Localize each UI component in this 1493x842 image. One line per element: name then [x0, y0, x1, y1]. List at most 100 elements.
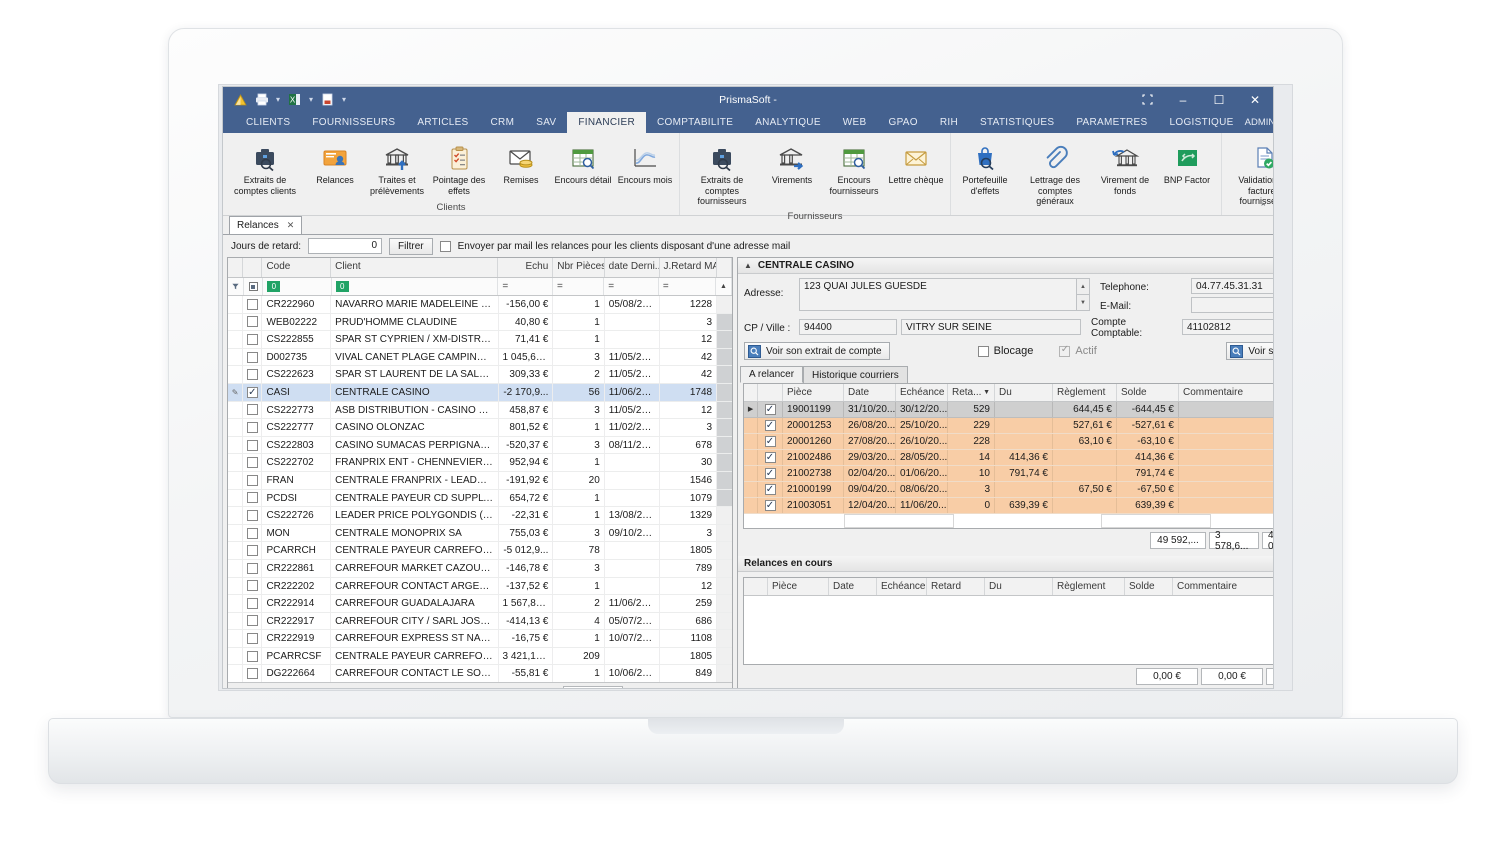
table-row[interactable]: CS222803CASINO SUMACAS PERPIGNAN MERCADE… [228, 436, 732, 455]
ribbon-encours-fournisseurs[interactable]: Encours fournisseurs [823, 137, 885, 199]
column-header-date-derniere[interactable]: date Derni... [605, 258, 660, 277]
ribbon-lettrage-comptes-generaux[interactable]: Lettrage des comptes généraux [1016, 137, 1094, 210]
menu-tab-gpao[interactable]: GPAO [877, 112, 928, 133]
menu-tab-statistiques[interactable]: STATISTIQUES [969, 112, 1065, 133]
table-row[interactable]: PCDSICENTRALE PAYEUR CD SUPPLY INNOVATI.… [228, 489, 732, 508]
row-checkbox[interactable] [243, 348, 263, 366]
ville-field[interactable]: VITRY SUR SEINE [901, 319, 1081, 335]
row-checkbox[interactable] [243, 559, 263, 577]
column-header-commentaire[interactable]: Commentaire [1173, 578, 1273, 595]
compte-comptable-field[interactable]: 41102812 [1182, 319, 1273, 335]
row-checkbox[interactable] [758, 418, 783, 433]
email-field[interactable] [1191, 297, 1273, 313]
column-header-retard[interactable]: Reta... ▼ [948, 384, 995, 401]
row-checkbox[interactable] [243, 366, 263, 383]
excel-dropdown-caret[interactable]: ▾ [306, 95, 316, 104]
row-checkbox[interactable] [243, 419, 263, 436]
column-header-reglement[interactable]: Règlement [1053, 384, 1117, 401]
table-row[interactable]: ▶ 1900119931/10/20...30/12/20...529 644,45… [744, 402, 1273, 418]
row-checkbox[interactable] [243, 296, 263, 313]
column-header-retard[interactable]: Retard [927, 578, 985, 595]
table-row[interactable]: CR222960NAVARRO MARIE MADELEINE - PROXI … [228, 296, 732, 314]
table-row[interactable]: CS222702FRANPRIX ENT - CHENNEVIERES SUR … [228, 454, 732, 472]
row-checkbox[interactable] [243, 313, 263, 331]
column-header-du[interactable]: Du [985, 578, 1053, 595]
table-row[interactable]: 2100248629/03/20...28/05/20...14414,36 €… [744, 450, 1273, 466]
row-checkbox[interactable] [243, 524, 263, 542]
menu-tab-financier[interactable]: FINANCIER [567, 112, 646, 133]
column-header-jretard-max[interactable]: J.Retard MAX [660, 258, 717, 277]
maximize-button[interactable]: ☐ [1201, 87, 1237, 112]
filter-input-echu[interactable]: = [498, 278, 553, 295]
row-checkbox[interactable] [758, 434, 783, 449]
row-checkbox[interactable] [243, 630, 263, 647]
blocage-checkbox[interactable] [977, 345, 989, 357]
address-scroll-down-icon[interactable]: ▼ [1077, 295, 1090, 311]
row-checkbox[interactable] [758, 402, 783, 417]
column-header-solde[interactable]: Solde [1117, 384, 1179, 401]
table-row[interactable]: CR222917CARREFOUR CITY / SARL JOSERIFRA-… [228, 612, 732, 631]
menu-tab-logistique[interactable]: LOGISTIQUE [1159, 112, 1245, 133]
filtrer-button[interactable]: Filtrer [389, 237, 433, 255]
ribbon-bnp-factor[interactable]: BNP Factor [1156, 137, 1218, 189]
ribbon-encours-mois[interactable]: Encours mois [614, 137, 676, 189]
filter-input-date[interactable]: = [604, 278, 659, 295]
column-header-code[interactable]: Code [262, 258, 332, 277]
row-checkbox[interactable] [243, 595, 263, 612]
table-row[interactable]: CS222777 CASINO OLONZAC 801,52 €1 11/02/202… [228, 419, 732, 437]
excel-export-icon[interactable]: X [285, 90, 304, 109]
ribbon-relances[interactable]: Relances [304, 137, 366, 189]
filter-input-retard[interactable]: = [659, 278, 717, 295]
menu-tab-parametres[interactable]: PARAMETRES [1065, 112, 1158, 133]
restore-down-icon[interactable] [1129, 87, 1165, 112]
address-field[interactable]: 123 QUAI JULES GUESDE [799, 278, 1077, 311]
voir-extrait-compte-button[interactable]: Voir son extrait de compte [744, 342, 890, 360]
collapse-ribbon-button[interactable]: ⌃ [1259, 202, 1267, 213]
filter-input-nbr[interactable]: = [553, 278, 605, 295]
menu-tab-fournisseurs[interactable]: FOURNISSEURS [301, 112, 406, 133]
cp-field[interactable]: 94400 [799, 319, 897, 335]
table-row[interactable]: CS222726 LEADER PRICE POLYGONDIS (FLP) -22… [228, 507, 732, 525]
filter-funnel-icon[interactable] [228, 278, 244, 295]
table-row[interactable]: ✎ CASICENTRALE CASINO-2 170,9...5611/06/2… [228, 383, 732, 402]
table-row[interactable]: 2000125326/08/20...25/10/20...229 527,61 … [744, 418, 1273, 434]
jours-retard-input[interactable]: 0 [308, 238, 383, 254]
close-button[interactable]: ✕ [1237, 87, 1273, 112]
tab-a-relancer[interactable]: A relancer [740, 366, 804, 383]
row-checkbox[interactable] [243, 331, 263, 348]
ribbon-virement-de-fonds[interactable]: Virement de fonds [1094, 137, 1156, 199]
column-header-nbr-pieces[interactable]: Nbr Pièces [553, 258, 605, 277]
menu-tab-rih[interactable]: RIH [929, 112, 969, 133]
table-row[interactable]: CR222914 CARREFOUR GUADALAJARA 1 567,86 €2… [228, 595, 732, 613]
filter-select-all[interactable] [244, 278, 264, 295]
table-row[interactable]: FRANCENTRALE FRANPRIX - LEADER PRICE (FL… [228, 471, 732, 490]
ribbon-portefeuille-effets[interactable]: Portefeuille d'effets [954, 137, 1016, 199]
tab-historique-courriers[interactable]: Historique courriers [803, 366, 908, 383]
table-row[interactable]: CR222202CARREFOUR CONTACT ARGELES - DIST… [228, 577, 732, 596]
collapse-chevron-icon[interactable]: ▲ [744, 261, 752, 270]
table-row[interactable]: DG222664CARREFOUR CONTACT LE SOLER - SAR… [228, 665, 732, 682]
pdf-export-icon[interactable] [318, 90, 337, 109]
row-checkbox[interactable] [243, 436, 263, 454]
table-row[interactable]: PCARRCH CENTRALE PAYEUR CARREFOUR CH -5 01… [228, 542, 732, 560]
table-row[interactable]: 2000126027/08/20...26/10/20...228 63,10 €… [744, 434, 1273, 450]
column-header-piece[interactable]: Pièce [783, 384, 844, 401]
menu-tab-sav[interactable]: SAV [525, 112, 567, 133]
table-row[interactable]: D002735VIVAL CANET PLAGE CAMPING MAR EST… [228, 348, 732, 367]
envoyer-mail-checkbox[interactable] [439, 240, 451, 252]
row-checkbox[interactable] [243, 507, 263, 524]
row-checkbox[interactable] [243, 647, 263, 665]
table-row[interactable]: CS222773ASB DISTRIBUTION - CASINO VILLEN… [228, 401, 732, 420]
table-row[interactable]: CS222855SPAR ST CYPRIEN / XM-DISTRIBUTIO… [228, 331, 732, 349]
ribbon-pointage-effets[interactable]: Pointage des effets [428, 137, 490, 199]
row-checkbox[interactable] [758, 498, 783, 513]
row-checkbox[interactable] [243, 577, 263, 595]
table-row[interactable]: 2100273802/04/20...01/06/20...10791,74 €… [744, 466, 1273, 482]
minimize-button[interactable]: – [1165, 87, 1201, 112]
menu-tab-analytique[interactable]: ANALYTIQUE [744, 112, 832, 133]
document-tab-relances[interactable]: Relances ✕ [229, 216, 303, 234]
column-header-piece[interactable]: Pièce [768, 578, 829, 595]
column-header-echu[interactable]: Echu [498, 258, 554, 277]
row-checkbox[interactable] [758, 450, 783, 465]
row-checkbox[interactable] [243, 401, 263, 419]
